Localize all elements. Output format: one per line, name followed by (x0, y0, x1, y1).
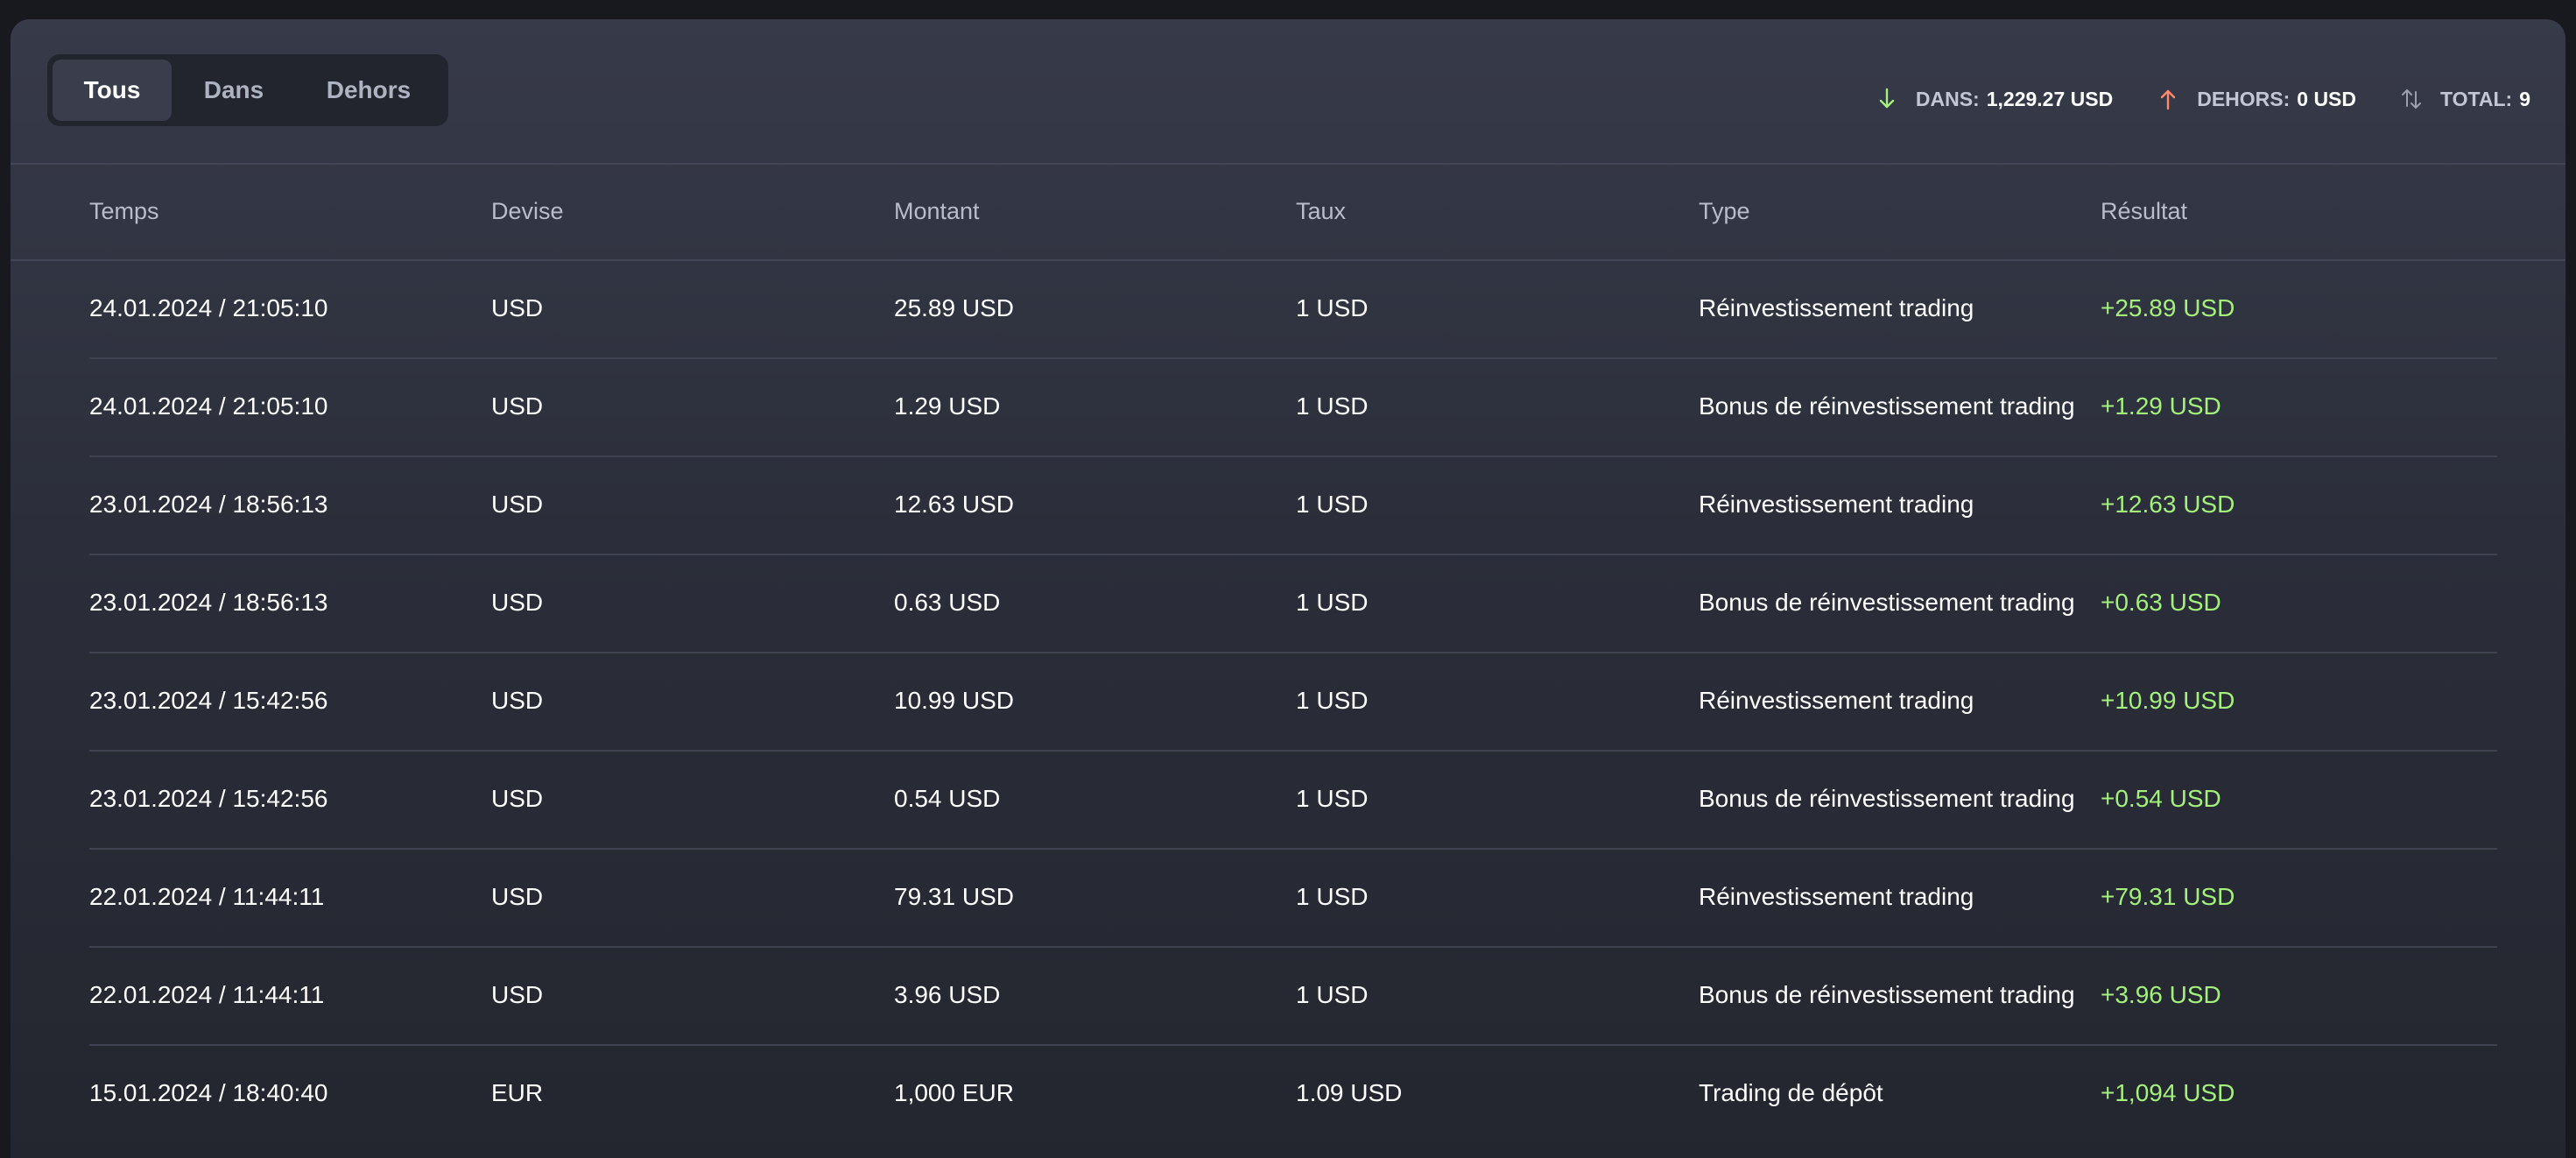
cell-result: +12.63 USD (2101, 491, 2235, 518)
stat-total-value: 9 (2519, 87, 2530, 110)
column-header-result: Résultat (2101, 198, 2188, 224)
cell-time: 22.01.2024 / 11:44:11 (89, 981, 325, 1008)
cell-type: Réinvestissement trading (1699, 491, 1974, 518)
stat-in: DANS: 1,229.27 USD (1874, 86, 2113, 112)
cell-time: 24.01.2024 / 21:05:10 (89, 294, 328, 321)
arrow-up-icon (2155, 86, 2181, 112)
cell-type: Bonus de réinvestissement trading (1699, 589, 2075, 616)
arrow-down-icon (1874, 86, 1900, 112)
stat-total: TOTAL: 9 (2398, 86, 2530, 112)
cell-currency: USD (491, 589, 544, 616)
column-header-time: Temps (89, 198, 159, 224)
cell-result: +1,094 USD (2101, 1079, 2235, 1106)
cell-amount: 0.63 USD (894, 589, 1001, 616)
cell-time: 23.01.2024 / 15:42:56 (89, 687, 328, 714)
cell-rate: 1.09 USD (1296, 1079, 1403, 1106)
stat-total-label: TOTAL: (2440, 87, 2513, 110)
table-row: 23.01.2024 / 15:42:56 USD 0.54 USD 1 USD… (89, 752, 2497, 850)
cell-currency: EUR (491, 1079, 544, 1106)
toolbar: Tous Dans Dehors DANS: 1,229.27 USD DEHO… (11, 19, 2565, 165)
cell-rate: 1 USD (1296, 294, 1369, 321)
cell-amount: 1.29 USD (894, 392, 1001, 420)
cell-result: +25.89 USD (2101, 294, 2235, 321)
cell-rate: 1 USD (1296, 785, 1369, 812)
cell-amount: 12.63 USD (894, 491, 1014, 518)
cell-amount: 25.89 USD (894, 294, 1014, 321)
cell-result: +3.96 USD (2101, 981, 2221, 1008)
cell-result: +0.63 USD (2101, 589, 2221, 616)
column-header-amount: Montant (894, 198, 980, 224)
table-header: Temps Devise Montant Taux Type Résultat (11, 165, 2565, 261)
cell-time: 24.01.2024 / 21:05:10 (89, 392, 328, 420)
arrows-up-down-icon (2398, 86, 2425, 112)
cell-type: Trading de dépôt (1699, 1079, 1883, 1106)
cell-type: Réinvestissement trading (1699, 294, 1974, 321)
cell-currency: USD (491, 981, 544, 1008)
cell-result: +1.29 USD (2101, 392, 2221, 420)
table-row: 15.01.2024 / 18:40:40 EUR 1,000 EUR 1.09… (89, 1046, 2497, 1142)
cell-currency: USD (491, 883, 544, 910)
column-header-currency: Devise (491, 198, 564, 224)
cell-result: +79.31 USD (2101, 883, 2235, 910)
cell-rate: 1 USD (1296, 589, 1369, 616)
tab-in[interactable]: Dans (172, 60, 296, 121)
cell-type: Bonus de réinvestissement trading (1699, 392, 2075, 420)
cell-currency: USD (491, 687, 544, 714)
cell-currency: USD (491, 294, 544, 321)
cell-result: +0.54 USD (2101, 785, 2221, 812)
summary-stats: DANS: 1,229.27 USD DEHORS: 0 USD TOTAL: … (1832, 86, 2530, 112)
cell-amount: 79.31 USD (894, 883, 1014, 910)
table-row: 24.01.2024 / 21:05:10 USD 25.89 USD 1 US… (89, 261, 2497, 359)
cell-amount: 10.99 USD (894, 687, 1014, 714)
cell-rate: 1 USD (1296, 687, 1369, 714)
cell-time: 23.01.2024 / 18:56:13 (89, 589, 328, 616)
stat-in-label: DANS: (1915, 87, 1980, 110)
filter-tabs: Tous Dans Dehors (47, 54, 448, 126)
cell-type: Bonus de réinvestissement trading (1699, 785, 2075, 812)
cell-amount: 3.96 USD (894, 981, 1001, 1008)
cell-amount: 0.54 USD (894, 785, 1001, 812)
cell-rate: 1 USD (1296, 491, 1369, 518)
transactions-panel: Tous Dans Dehors DANS: 1,229.27 USD DEHO… (11, 19, 2565, 1158)
column-header-type: Type (1699, 198, 1750, 224)
stat-out-label: DEHORS: (2197, 87, 2291, 110)
cell-time: 23.01.2024 / 18:56:13 (89, 491, 328, 518)
table-body: 24.01.2024 / 21:05:10 USD 25.89 USD 1 US… (11, 261, 2565, 1142)
cell-type: Bonus de réinvestissement trading (1699, 981, 2075, 1008)
cell-time: 23.01.2024 / 15:42:56 (89, 785, 328, 812)
cell-currency: USD (491, 392, 544, 420)
cell-result: +10.99 USD (2101, 687, 2235, 714)
cell-currency: USD (491, 491, 544, 518)
column-header-rate: Taux (1296, 198, 1347, 224)
cell-rate: 1 USD (1296, 883, 1369, 910)
table-row: 22.01.2024 / 11:44:11 USD 79.31 USD 1 US… (89, 850, 2497, 948)
stat-in-value: 1,229.27 USD (1986, 87, 2114, 110)
table-row: 23.01.2024 / 15:42:56 USD 10.99 USD 1 US… (89, 653, 2497, 752)
stat-out: DEHORS: 0 USD (2155, 86, 2356, 112)
table-row: 22.01.2024 / 11:44:11 USD 3.96 USD 1 USD… (89, 948, 2497, 1046)
stat-out-value: 0 USD (2297, 87, 2357, 110)
cell-currency: USD (491, 785, 544, 812)
table-row: 23.01.2024 / 18:56:13 USD 12.63 USD 1 US… (89, 457, 2497, 555)
cell-type: Réinvestissement trading (1699, 687, 1974, 714)
cell-time: 15.01.2024 / 18:40:40 (89, 1079, 328, 1106)
cell-type: Réinvestissement trading (1699, 883, 1974, 910)
tab-out[interactable]: Dehors (296, 60, 441, 121)
cell-amount: 1,000 EUR (894, 1079, 1014, 1106)
cell-rate: 1 USD (1296, 392, 1369, 420)
cell-rate: 1 USD (1296, 981, 1369, 1008)
cell-time: 22.01.2024 / 11:44:11 (89, 883, 325, 910)
table-row: 24.01.2024 / 21:05:10 USD 1.29 USD 1 USD… (89, 359, 2497, 457)
table-row: 23.01.2024 / 18:56:13 USD 0.63 USD 1 USD… (89, 555, 2497, 653)
tab-all[interactable]: Tous (53, 60, 172, 121)
